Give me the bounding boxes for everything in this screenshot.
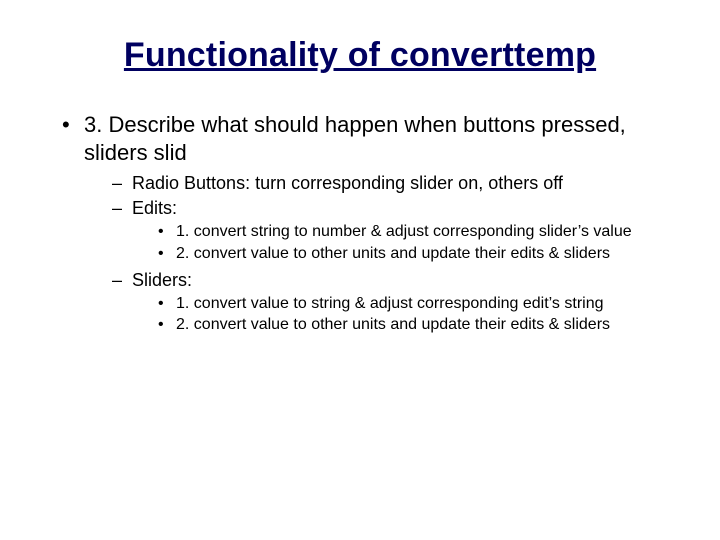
list-item: 2. convert value to other units and upda…	[158, 315, 672, 336]
slide-title: Functionality of converttemp	[48, 36, 672, 75]
list-item: Radio Buttons: turn corresponding slider…	[112, 172, 672, 195]
list-item-text: Sliders:	[132, 270, 192, 290]
list-item-text: Radio Buttons: turn corresponding slider…	[132, 173, 563, 193]
list-item-text: 3. Describe what should happen when butt…	[84, 112, 626, 165]
list-item-text: 1. convert value to string & adjust corr…	[176, 295, 604, 312]
list-item: 2. convert value to other units and upda…	[158, 244, 672, 265]
slide: Functionality of converttemp 3. Describe…	[0, 0, 720, 540]
list-item: Sliders: 1. convert value to string & ad…	[112, 269, 672, 337]
list-item-text: 2. convert value to other units and upda…	[176, 316, 610, 333]
bullet-list-level3: 1. convert value to string & adjust corr…	[158, 294, 672, 337]
list-item: 1. convert string to number & adjust cor…	[158, 222, 672, 243]
bullet-list-level2: Radio Buttons: turn corresponding slider…	[112, 172, 672, 336]
bullet-list-level3: 1. convert string to number & adjust cor…	[158, 222, 672, 265]
list-item-text: 1. convert string to number & adjust cor…	[176, 223, 632, 240]
list-item: 3. Describe what should happen when butt…	[62, 111, 672, 336]
list-item: Edits: 1. convert string to number & adj…	[112, 197, 672, 265]
list-item-text: Edits:	[132, 198, 177, 218]
list-item: 1. convert value to string & adjust corr…	[158, 294, 672, 315]
bullet-list-level1: 3. Describe what should happen when butt…	[62, 111, 672, 336]
list-item-text: 2. convert value to other units and upda…	[176, 245, 610, 262]
